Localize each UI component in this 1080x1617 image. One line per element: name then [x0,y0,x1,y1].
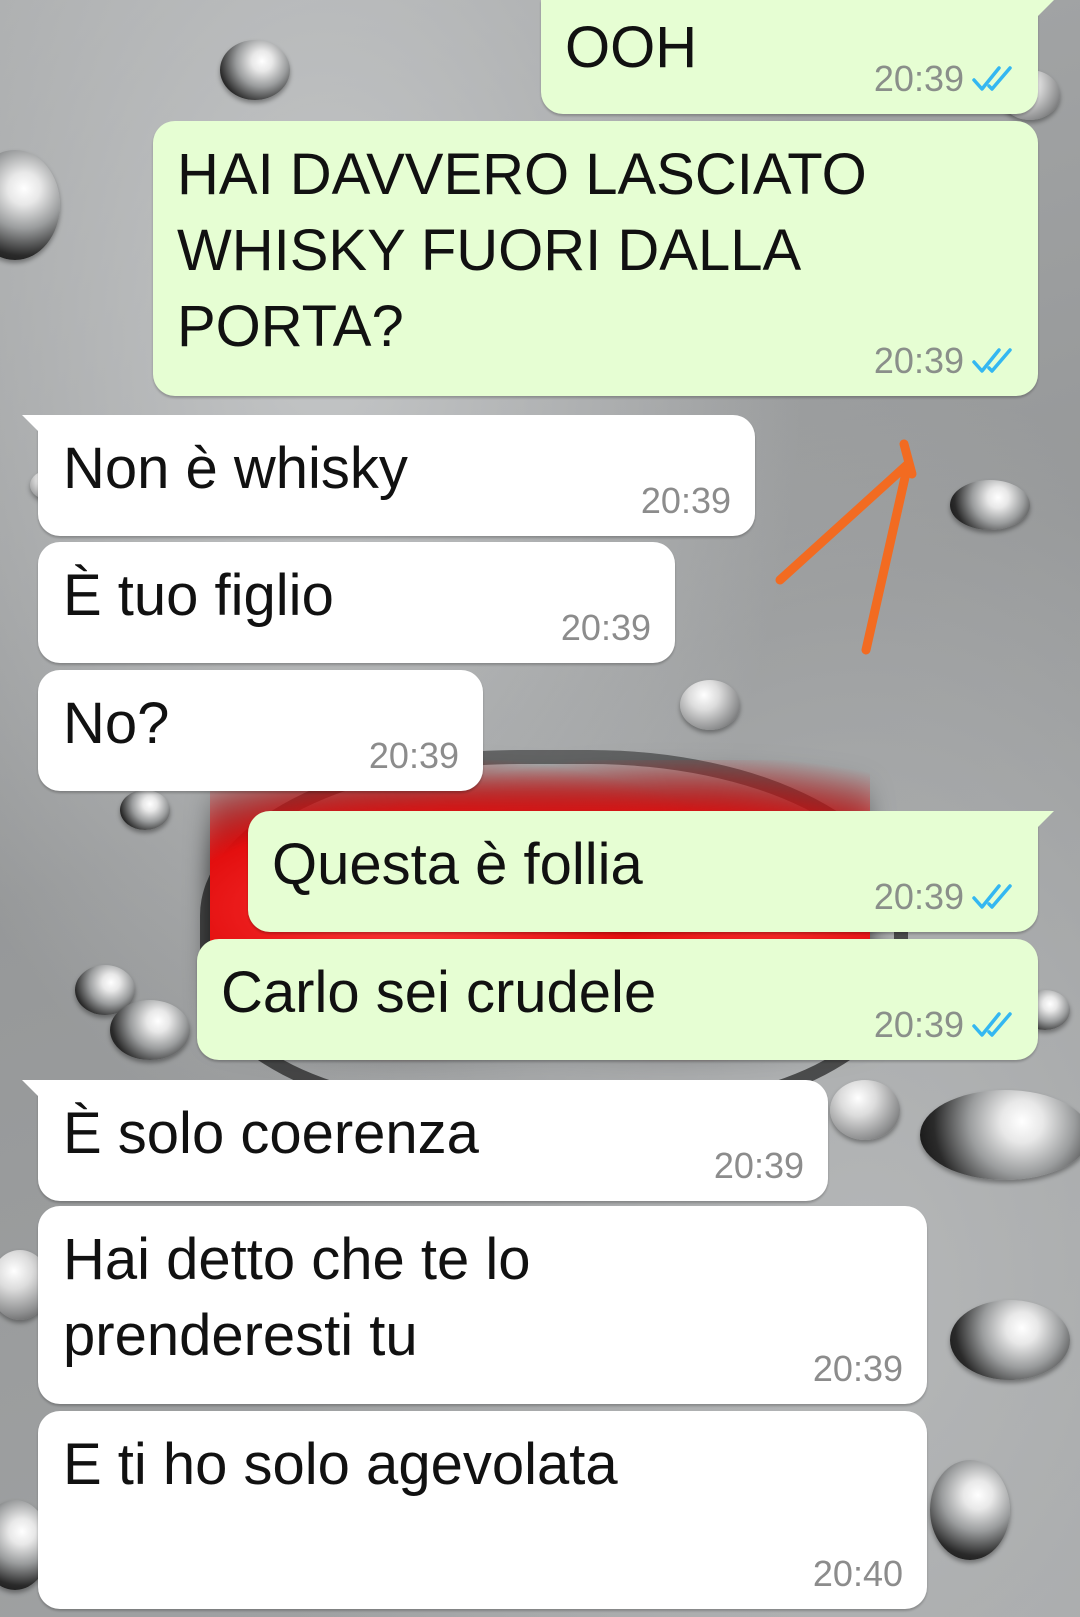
message-time: 20:39 [368,735,459,776]
message-incoming[interactable]: E ti ho solo agevolata 20:40 [38,1411,927,1609]
message-text: Non è whisky [63,436,408,501]
message-outgoing[interactable]: Carlo sei crudele 20:39 [197,939,1038,1060]
wallpaper-droplet [220,40,290,100]
wallpaper-droplet [830,1080,900,1140]
wallpaper-droplet [920,1090,1080,1180]
message-incoming[interactable]: Hai detto che te lo prenderesti tu 20:39 [38,1206,927,1404]
read-receipt-double-check-icon [972,66,1012,91]
message-meta: 20:40 [813,1553,903,1595]
message-text: È solo coerenza [63,1101,479,1166]
message-text: Hai detto che te lo prenderesti tu [63,1227,547,1368]
message-text: OOH [565,15,698,80]
message-meta: 20:39 [874,58,1018,100]
message-meta: 20:39 [874,1004,1018,1046]
message-time: 20:39 [873,1004,964,1045]
message-meta: 20:39 [561,607,651,649]
wallpaper-droplet [0,150,60,260]
wallpaper-droplet [680,680,740,730]
wallpaper-droplet [110,1000,190,1060]
message-incoming[interactable]: È tuo figlio 20:39 [38,542,675,663]
wallpaper-droplet [950,1300,1070,1380]
message-meta: 20:39 [369,735,459,777]
message-text: È tuo figlio [63,563,334,628]
read-receipt-double-check-icon [972,1012,1012,1037]
read-receipt-double-check-icon [972,348,1012,373]
read-receipt-double-check-icon [972,884,1012,909]
message-time: 20:39 [812,1348,903,1389]
message-text: No? [63,691,170,756]
wallpaper-droplet [950,480,1030,530]
message-time: 20:39 [873,876,964,917]
message-incoming[interactable]: Non è whisky 20:39 [22,415,755,536]
message-text: HAI DAVVERO LASCIATO WHISKY FUORI DALLA … [177,142,883,359]
message-meta: 20:39 [813,1348,903,1390]
hand-drawn-arrow-annotation [775,439,917,655]
wallpaper-droplet [930,1460,1010,1560]
wallpaper-droplet [120,790,170,830]
message-incoming[interactable]: No? 20:39 [38,670,483,791]
message-meta: 20:39 [874,876,1018,918]
message-time: 20:39 [560,607,651,648]
message-time: 20:39 [873,340,964,381]
message-time: 20:39 [640,480,731,521]
message-outgoing[interactable]: OOH 20:39 [541,0,1054,114]
message-outgoing[interactable]: Questa è follia 20:39 [248,811,1054,932]
message-text: Carlo sei crudele [221,960,657,1025]
message-text: Questa è follia [272,832,643,897]
message-incoming[interactable]: È solo coerenza 20:39 [22,1080,828,1201]
message-meta: 20:39 [874,340,1018,382]
message-time: 20:40 [812,1553,903,1594]
message-time: 20:39 [713,1145,804,1186]
message-text: E ti ho solo agevolata [63,1432,618,1497]
message-time: 20:39 [873,58,964,99]
message-outgoing[interactable]: HAI DAVVERO LASCIATO WHISKY FUORI DALLA … [153,121,1038,396]
message-meta: 20:39 [641,480,731,522]
message-meta: 20:39 [714,1145,804,1187]
